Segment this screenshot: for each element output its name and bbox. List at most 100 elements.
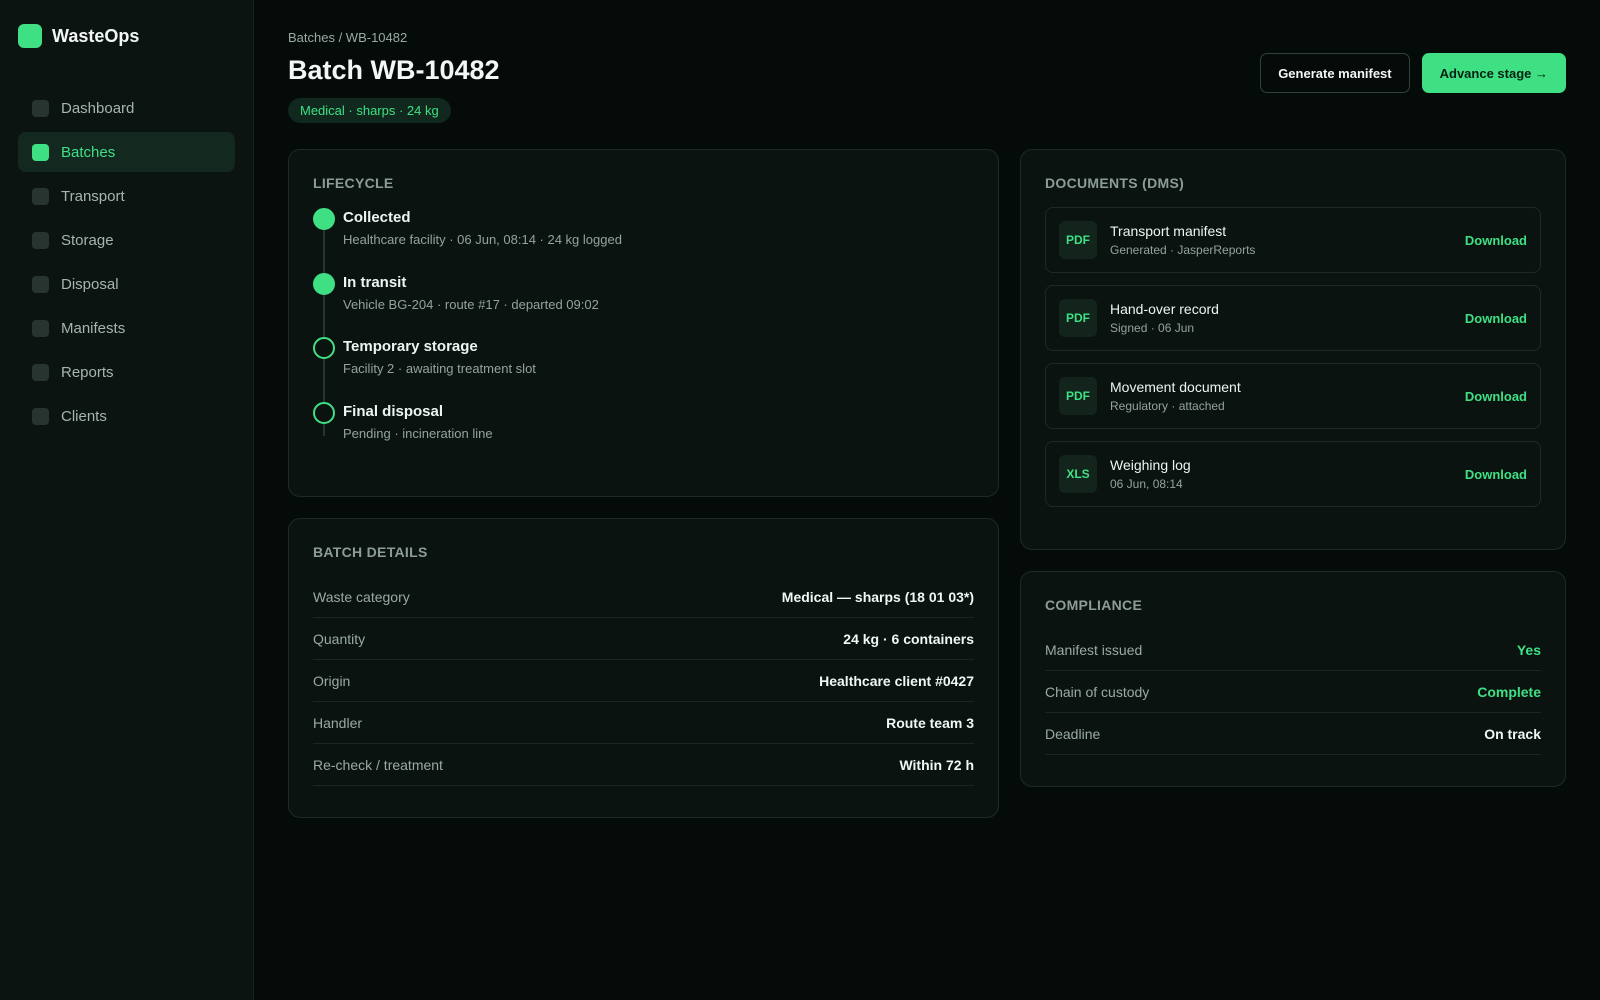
document-meta: Signed · 06 Jun [1110,321,1195,335]
compliance-card: COMPLIANCE Manifest issued Yes Chain of … [1020,571,1566,787]
detail-row: Handler Route team 3 [313,702,974,744]
brand-logo-icon [18,24,42,48]
detail-row: Waste category Medical — sharps (18 01 0… [313,576,974,618]
compliance-value: Complete [1477,683,1541,700]
detail-row: Origin Healthcare client #0427 [313,660,974,702]
detail-value: Medical — sharps (18 01 03*) [781,588,974,605]
step-description: Pending · incineration line [343,425,493,441]
sidebar-item-label: Clients [61,407,107,425]
timeline-step: In transit Vehicle BG-204 · route #17 · … [313,272,974,337]
download-link[interactable]: Download [1465,467,1527,482]
step-complete-icon [313,272,335,295]
document-name: Weighing log [1110,457,1191,473]
sidebar-item-label: Transport [61,187,125,205]
page-header: Batches / WB-10482 Batch WB-10482 Medica… [288,30,1566,123]
detail-key: Quantity [313,630,366,647]
lifecycle-title: LIFECYCLE [313,175,394,191]
step-pending-icon [313,337,335,359]
step-description: Vehicle BG-204 · route #17 · departed 09… [343,296,599,312]
xls-file-icon: XLS [1059,455,1097,493]
pdf-file-icon: PDF [1059,221,1097,259]
sidebar-item-label: Manifests [61,319,126,337]
sidebar-item-dashboard[interactable]: Dashboard [18,88,235,128]
download-link[interactable]: Download [1465,311,1527,326]
square-icon [32,231,49,249]
document-meta: Regulatory · attached [1110,399,1225,413]
detail-row: Quantity 24 kg · 6 containers [313,618,974,660]
sidebar-item-batches[interactable]: Batches [18,132,235,172]
page-title: Batch WB-10482 [288,55,500,85]
step-complete-icon [313,208,335,230]
left-column: LIFECYCLE Collected Healthcare facility … [288,149,999,839]
sidebar-item-reports[interactable]: Reports [18,352,235,392]
document-name: Transport manifest [1110,223,1227,239]
brand-name: WasteOps [52,25,140,46]
detail-key: Origin [313,672,351,689]
download-link[interactable]: Download [1465,389,1527,404]
documents-card: DOCUMENTS (DMS) PDF Transport manifest G… [1020,149,1566,550]
pdf-file-icon: PDF [1059,299,1097,337]
generate-manifest-button[interactable]: Generate manifest [1260,53,1410,93]
sidebar-item-storage[interactable]: Storage [18,220,235,260]
main-content: Batches / WB-10482 Batch WB-10482 Medica… [254,0,1600,1000]
step-title: Collected [343,209,411,226]
square-icon [32,407,49,425]
square-icon [32,363,49,381]
document-item: PDF Hand-over record Signed · 06 Jun Dow… [1045,285,1541,351]
detail-key: Re-check / treatment [313,756,443,773]
header-actions: Generate manifest Advance stage → [1260,53,1566,93]
detail-key: Handler [313,714,363,731]
sidebar-item-label: Disposal [61,275,119,293]
compliance-value: On track [1484,725,1541,742]
brand[interactable]: WasteOps [18,24,235,48]
detail-row: Re-check / treatment Within 72 h [313,744,974,786]
square-icon [32,143,49,161]
step-description: Healthcare facility · 06 Jun, 08:14 · 24… [343,232,622,247]
detail-value: Route team 3 [886,714,974,731]
document-item: PDF Movement document Regulatory · attac… [1045,363,1541,429]
timeline-step: Collected Healthcare facility · 06 Jun, … [313,207,974,272]
download-link[interactable]: Download [1465,233,1527,248]
content-grid: LIFECYCLE Collected Healthcare facility … [288,149,1566,839]
document-name: Hand-over record [1110,301,1219,317]
batch-details-card: BATCH DETAILS Waste category Medical — s… [288,518,999,818]
sidebar-item-manifests[interactable]: Manifests [18,308,235,348]
document-meta: Generated · JasperReports [1110,243,1256,257]
pdf-file-icon: PDF [1059,377,1097,415]
advance-stage-button[interactable]: Advance stage → [1421,53,1566,93]
compliance-key: Manifest issued [1045,641,1143,658]
detail-value: Healthcare client #0427 [819,672,974,689]
batch-category-badge: Medical · sharps · 24 kg [288,98,451,123]
square-icon [32,187,49,205]
sidebar: WasteOps Dashboard Batches Transport Sto… [0,0,254,1000]
sidebar-nav: Dashboard Batches Transport Storage Disp… [18,88,235,436]
sidebar-item-label: Storage [61,231,114,249]
sidebar-item-label: Batches [61,143,116,161]
compliance-row: Manifest issued Yes [1045,629,1541,671]
sidebar-item-clients[interactable]: Clients [18,396,235,436]
batch-details-title: BATCH DETAILS [313,544,428,560]
compliance-row: Deadline On track [1045,713,1541,755]
sidebar-item-label: Reports [61,363,114,381]
square-icon [32,275,49,293]
breadcrumb[interactable]: Batches / WB-10482 [288,30,500,45]
sidebar-item-label: Dashboard [61,99,135,117]
step-title: In transit [343,273,407,291]
timeline-step: Temporary storage Facility 2 · awaiting … [313,336,974,401]
step-title: Final disposal [343,402,444,420]
compliance-key: Deadline [1045,725,1101,742]
detail-value: 24 kg · 6 containers [843,630,974,647]
sidebar-item-disposal[interactable]: Disposal [18,264,235,304]
lifecycle-timeline: Collected Healthcare facility · 06 Jun, … [313,207,974,465]
detail-key: Waste category [313,588,410,605]
detail-value: Within 72 h [899,756,974,773]
document-item: PDF Transport manifest Generated · Jaspe… [1045,207,1541,273]
document-meta: 06 Jun, 08:14 [1110,477,1183,491]
sidebar-item-transport[interactable]: Transport [18,176,235,216]
step-title: Temporary storage [343,338,478,355]
compliance-value: Yes [1516,641,1541,658]
compliance-title: COMPLIANCE [1045,597,1143,613]
documents-title: DOCUMENTS (DMS) [1045,175,1185,191]
lifecycle-card: LIFECYCLE Collected Healthcare facility … [288,149,999,497]
timeline-step: Final disposal Pending · incineration li… [313,401,974,466]
